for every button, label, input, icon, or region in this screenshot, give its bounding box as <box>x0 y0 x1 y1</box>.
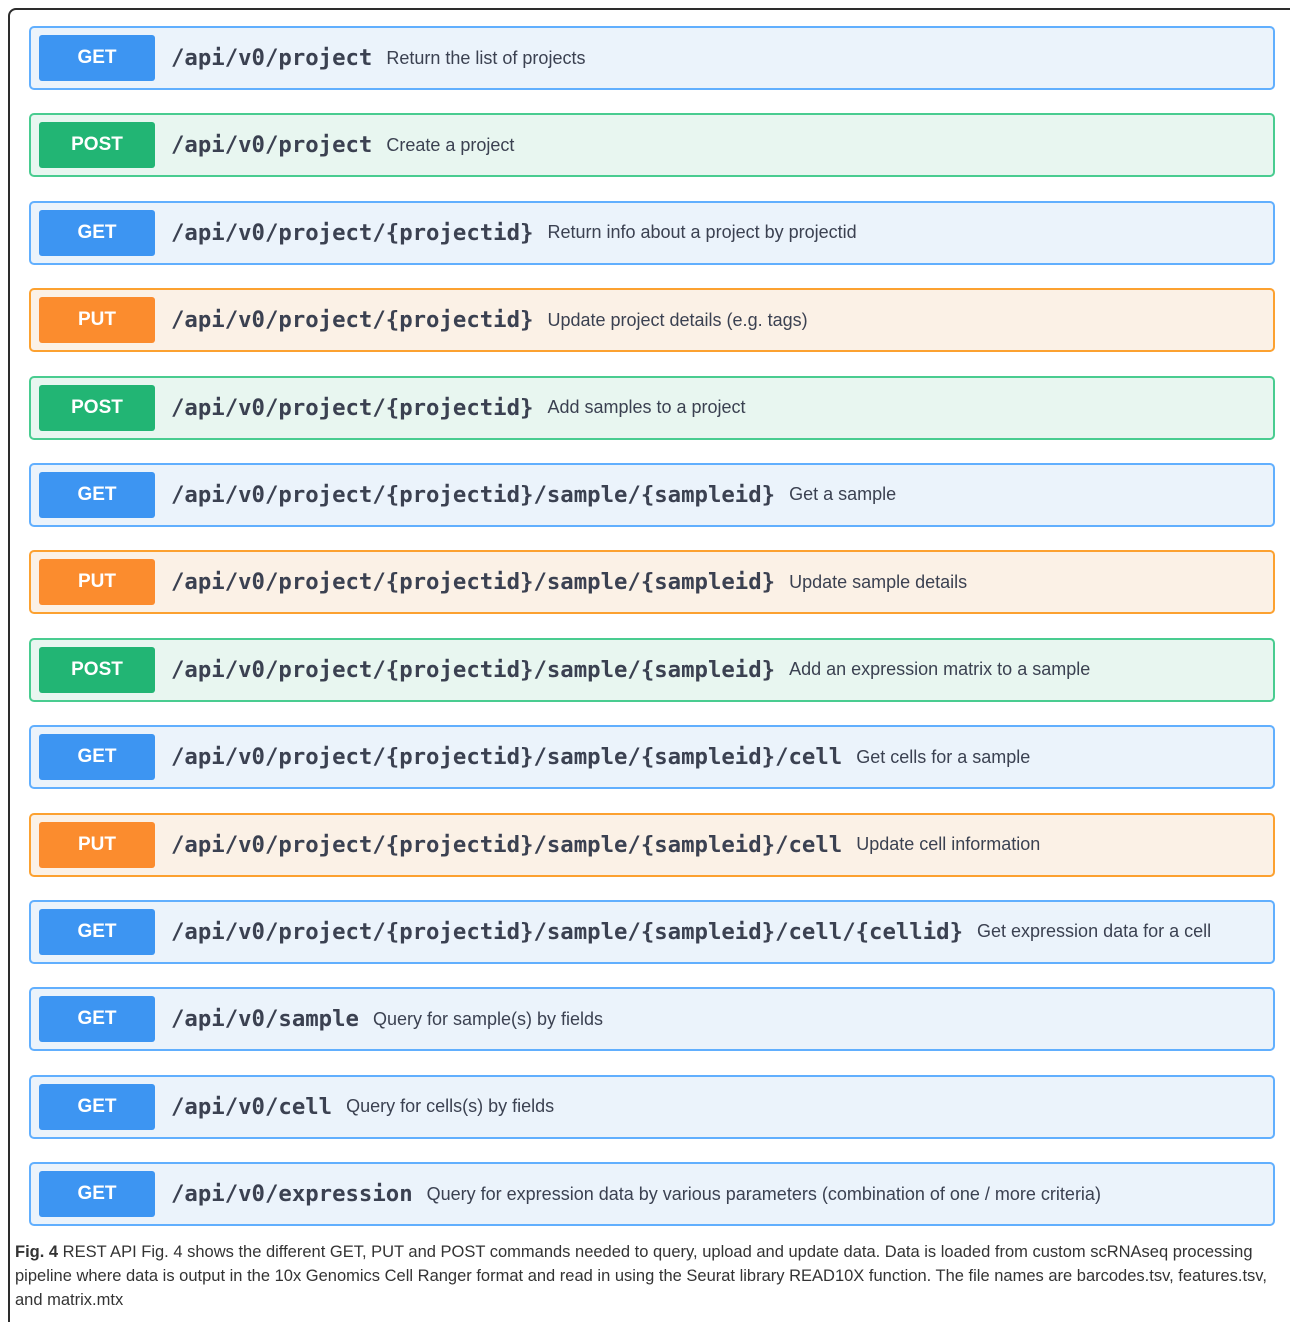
method-badge[interactable]: GET <box>39 1171 155 1218</box>
operation-row-get[interactable]: GET/api/v0/project Return the list of pro… <box>29 26 1275 90</box>
operation-row-get[interactable]: GET/api/v0/project/{projectid}/sample/{s… <box>29 899 1275 964</box>
endpoint-path: /api/v0/project/{projectid}/sample/{samp… <box>171 656 776 683</box>
endpoint-path: /api/v0/cell <box>171 1093 333 1120</box>
endpoint-summary: Update project details (e.g. tags) <box>547 309 808 330</box>
endpoint-path: /api/v0/project/{projectid}/sample/{samp… <box>171 481 776 508</box>
endpoint-path: /api/v0/project/{projectid}/sample/{samp… <box>171 744 843 771</box>
method-badge[interactable]: GET <box>39 908 155 955</box>
operation-row-put[interactable]: PUT/api/v0/project/{projectid} Update pro… <box>29 288 1275 353</box>
method-badge[interactable]: GET <box>39 209 155 256</box>
method-badge[interactable]: POST <box>39 122 155 169</box>
figure-caption: Fig. 4 REST API Fig. 4 shows the differe… <box>15 1240 1277 1312</box>
endpoint-summary: Add samples to a project <box>547 397 746 418</box>
method-badge[interactable]: GET <box>39 1083 155 1130</box>
figure-label: Fig. 4 <box>15 1243 59 1261</box>
operation-row-get[interactable]: GET/api/v0/project/{projectid} Return inf… <box>29 200 1275 265</box>
method-badge[interactable]: POST <box>39 384 155 431</box>
operation-row-get[interactable]: GET/api/v0/project/{projectid}/sample/{s… <box>29 462 1275 527</box>
method-badge[interactable]: PUT <box>39 559 155 606</box>
endpoint-summary: Add an expression matrix to a sample <box>789 659 1091 680</box>
endpoint-summary: Query for sample(s) by fields <box>372 1008 604 1029</box>
method-badge[interactable]: GET <box>39 35 155 81</box>
operations-list: GET/api/v0/project Return the list of pro… <box>29 26 1275 1249</box>
operation-row-get[interactable]: GET/api/v0/expression Query for expressio… <box>29 1162 1275 1227</box>
operation-row-post[interactable]: POST/api/v0/project/{projectid} Add sampl… <box>29 375 1275 440</box>
endpoint-summary: Create a project <box>386 134 515 155</box>
endpoint-summary: Update sample details <box>789 571 968 592</box>
operation-row-get[interactable]: GET/api/v0/cell Query for cells(s) by fie… <box>29 1074 1275 1139</box>
operation-row-put[interactable]: PUT/api/v0/project/{projectid}/sample/{s… <box>29 812 1275 877</box>
endpoint-summary: Get cells for a sample <box>856 746 1031 767</box>
operation-row-get[interactable]: GET/api/v0/sample Query for sample(s) by … <box>29 987 1275 1052</box>
endpoint-summary: Query for cells(s) by fields <box>346 1096 555 1117</box>
endpoint-path: /api/v0/project/{projectid} <box>171 307 534 334</box>
method-badge[interactable]: PUT <box>39 297 155 344</box>
endpoint-path: /api/v0/project/{projectid}/sample/{samp… <box>171 918 964 945</box>
method-badge[interactable]: GET <box>39 996 155 1043</box>
endpoint-path: /api/v0/project/{projectid}/sample/{samp… <box>171 569 776 596</box>
method-badge[interactable]: POST <box>39 646 155 693</box>
method-badge[interactable]: GET <box>39 471 155 518</box>
endpoint-summary: Get a sample <box>789 484 897 505</box>
endpoint-path: /api/v0/expression <box>171 1181 413 1208</box>
endpoint-path: /api/v0/project/{projectid}/sample/{samp… <box>171 831 843 858</box>
endpoint-summary: Return the list of projects <box>386 47 586 68</box>
endpoint-summary: Get expression data for a cell <box>977 921 1212 942</box>
endpoint-summary: Return info about a project by projectid <box>547 222 857 243</box>
operation-row-post[interactable]: POST/api/v0/project Create a project <box>29 113 1275 178</box>
endpoint-summary: Update cell information <box>856 834 1041 855</box>
endpoint-path: /api/v0/sample <box>171 1006 359 1033</box>
endpoint-summary: Query for expression data by various par… <box>426 1183 1101 1204</box>
operation-row-post[interactable]: POST/api/v0/project/{projectid}/sample/{… <box>29 637 1275 702</box>
endpoint-path: /api/v0/project/{projectid} <box>171 219 534 246</box>
operation-row-get[interactable]: GET/api/v0/project/{projectid}/sample/{s… <box>29 725 1275 790</box>
caption-text: REST API Fig. 4 shows the different GET,… <box>15 1243 1267 1309</box>
operation-row-put[interactable]: PUT/api/v0/project/{projectid}/sample/{s… <box>29 550 1275 615</box>
endpoint-path: /api/v0/project <box>171 45 373 71</box>
method-badge[interactable]: GET <box>39 734 155 781</box>
endpoint-path: /api/v0/project <box>171 132 373 159</box>
method-badge[interactable]: PUT <box>39 821 155 868</box>
endpoint-path: /api/v0/project/{projectid} <box>171 394 534 421</box>
